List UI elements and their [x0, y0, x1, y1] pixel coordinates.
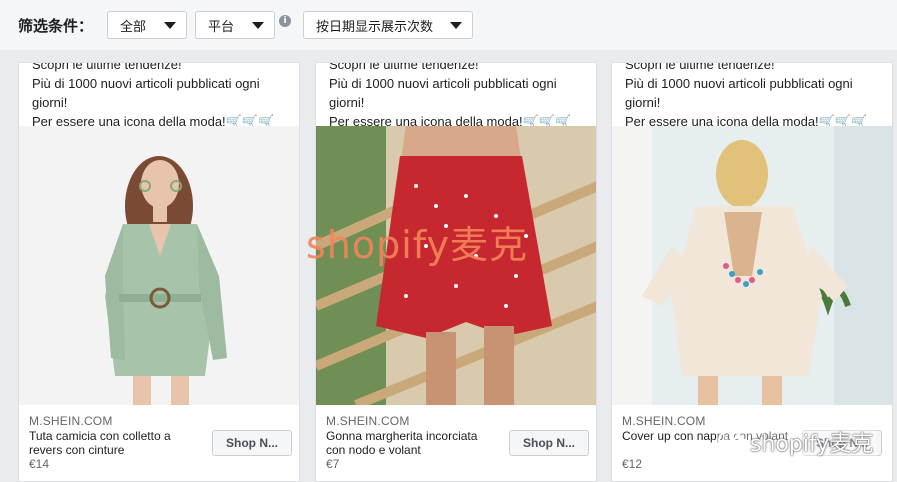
shop-now-button[interactable]: Shop N... — [212, 430, 292, 456]
shop-now-button[interactable]: Shop N... — [509, 430, 589, 456]
ad-copy-line: Più di 1000 nuovi articoli pubblicati og… — [625, 76, 853, 110]
product-price: €14 — [29, 457, 50, 471]
ad-copy-line: Più di 1000 nuovi articoli pubblicati og… — [329, 76, 557, 110]
product-image[interactable] — [612, 126, 892, 405]
watermark-corner-text: shopify麦克 — [750, 432, 874, 457]
dropdown-all-value: 全部 — [120, 19, 147, 35]
ad-card[interactable]: Scopri le ultime tendenze! Più di 1000 n… — [611, 62, 893, 482]
ad-copy-line: Scopri le ultime tendenze! — [625, 62, 775, 72]
product-image[interactable] — [19, 126, 299, 405]
caret-down-icon — [252, 21, 265, 29]
dropdown-date-value: 按日期显示展示次数 — [316, 19, 434, 35]
ad-copy: Scopri le ultime tendenze! Più di 1000 n… — [329, 62, 591, 131]
ad-domain: M.SHEIN.COM — [29, 414, 113, 428]
ad-copy-line: Scopri le ultime tendenze! — [329, 62, 479, 72]
wechat-icon — [718, 430, 748, 453]
filter-label: 筛选条件： — [18, 16, 94, 35]
ad-domain: M.SHEIN.COM — [622, 414, 706, 428]
ad-copy-line: Più di 1000 nuovi articoli pubblicati og… — [32, 76, 260, 110]
caret-down-icon — [450, 21, 463, 29]
card-footer: M.SHEIN.COM Gonna margherita incorciata … — [316, 405, 596, 481]
product-price: €12 — [622, 457, 643, 471]
watermark-center: shopify麦克 — [306, 223, 529, 267]
ad-domain: M.SHEIN.COM — [326, 414, 410, 428]
ad-copy: Scopri le ultime tendenze! Più di 1000 n… — [625, 62, 887, 131]
dropdown-platform[interactable]: 平台 — [195, 11, 276, 39]
dropdown-all[interactable]: 全部 — [107, 11, 188, 39]
ad-copy: Scopri le ultime tendenze! Più di 1000 n… — [32, 62, 294, 131]
product-title: Gonna margherita incorciata con nodo e v… — [326, 429, 478, 457]
card-footer: M.SHEIN.COM Tuta camicia con colletto a … — [19, 405, 299, 481]
ad-card[interactable]: Scopri le ultime tendenze! Più di 1000 n… — [315, 62, 597, 482]
caret-down-icon — [164, 21, 177, 29]
dropdown-date-impressions[interactable]: 按日期显示展示次数 — [303, 11, 474, 39]
watermark-corner: shopify麦克 — [716, 426, 878, 458]
ad-card[interactable]: Scopri le ultime tendenze! Più di 1000 n… — [18, 62, 300, 482]
info-icon[interactable]: i — [279, 15, 292, 27]
dropdown-platform-value: 平台 — [208, 19, 235, 35]
product-price: €7 — [326, 457, 340, 471]
filter-bar: 筛选条件： 全部 平台 i 按日期显示展示次数 — [0, 0, 897, 50]
product-title: Tuta camicia con colletto a revers con c… — [29, 429, 171, 457]
ad-copy-line: Scopri le ultime tendenze! — [32, 62, 182, 72]
